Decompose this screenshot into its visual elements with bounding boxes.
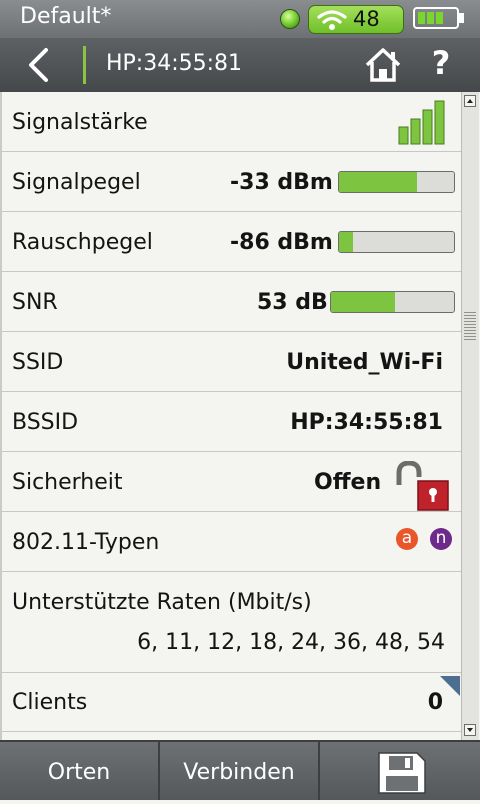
clients-label: Clients [12,690,88,715]
profile-name: Default* [20,4,112,29]
noise-level-bar [338,231,455,253]
help-button[interactable]: ? [428,44,454,82]
row-noise-level[interactable]: Rauschpegel -86 dBm [2,213,463,272]
wifi-icon [317,10,347,30]
row-bssid[interactable]: BSSID HP:34:55:81 [2,393,463,452]
noise-level-bar-fill [339,232,353,252]
signal-strength-icon [398,100,445,145]
security-value: Offen [314,470,382,495]
security-label: Sicherheit [12,470,123,495]
rates-value: 6, 11, 12, 18, 24, 36, 48, 54 [137,630,445,655]
row-snr[interactable]: SNR 53 dB [2,273,463,332]
wifi-status-pill[interactable]: 48 [308,5,404,34]
home-button[interactable] [363,45,403,85]
details-list[interactable]: Signalstärke Signalpegel -33 dBm Rauschp… [0,92,463,740]
battery-tip [459,13,464,23]
ssid-value: United_Wi-Fi [286,350,443,375]
bottom-toolbar: Orten Verbinden [0,740,480,800]
bssid-value: HP:34:55:81 [290,410,443,435]
page-title: HP:34:55:81 [106,51,243,76]
types-label: 802.11-Typen [12,530,160,555]
locate-button[interactable]: Orten [0,742,160,800]
row-signal-strength[interactable]: Signalstärke [2,93,463,152]
status-led-icon [280,9,300,29]
snr-label: SNR [12,290,58,315]
noise-level-label: Rauschpegel [12,230,153,255]
connect-button[interactable]: Verbinden [160,742,320,800]
snr-bar [330,291,455,313]
row-802-11-types[interactable]: 802.11-Typen a n [2,513,463,572]
ssid-label: SSID [12,350,64,375]
save-button[interactable] [320,742,480,800]
back-button[interactable] [22,46,58,84]
signal-strength-label: Signalstärke [12,110,148,135]
battery-icon [413,7,459,29]
header-divider [83,46,86,84]
signal-level-value: -33 dBm [230,170,333,195]
bssid-label: BSSID [12,410,79,435]
row-supported-rates[interactable]: Unterstützte Raten (Mbit/s) 6, 11, 12, 1… [2,573,463,673]
wifi-count: 48 [353,7,380,31]
open-lock-icon [396,461,449,511]
row-next [2,733,463,740]
scroll-down-icon[interactable] [464,724,476,736]
scroll-up-icon[interactable] [464,95,476,107]
row-clients[interactable]: Clients 0 [2,673,463,732]
signal-level-bar-fill [339,172,418,192]
signal-level-bar [338,171,455,193]
type-badge-a: a [396,528,418,550]
type-badge-n: n [430,528,452,550]
row-ssid[interactable]: SSID United_Wi-Fi [2,333,463,392]
save-icon [378,752,426,794]
snr-bar-fill [331,292,395,312]
rates-label: Unterstützte Raten (Mbit/s) [12,590,312,615]
snr-value: 53 dB [257,290,328,315]
noise-level-value: -86 dBm [230,230,333,255]
scroll-thumb[interactable] [464,312,476,342]
row-security[interactable]: Sicherheit Offen [2,453,463,512]
row-signal-level[interactable]: Signalpegel -33 dBm [2,153,463,212]
header: HP:34:55:81 ? [0,38,480,92]
scrollbar[interactable] [461,92,479,740]
expand-corner-icon[interactable] [440,676,460,696]
signal-level-label: Signalpegel [12,170,141,195]
status-bar: Default* 48 [0,0,480,38]
